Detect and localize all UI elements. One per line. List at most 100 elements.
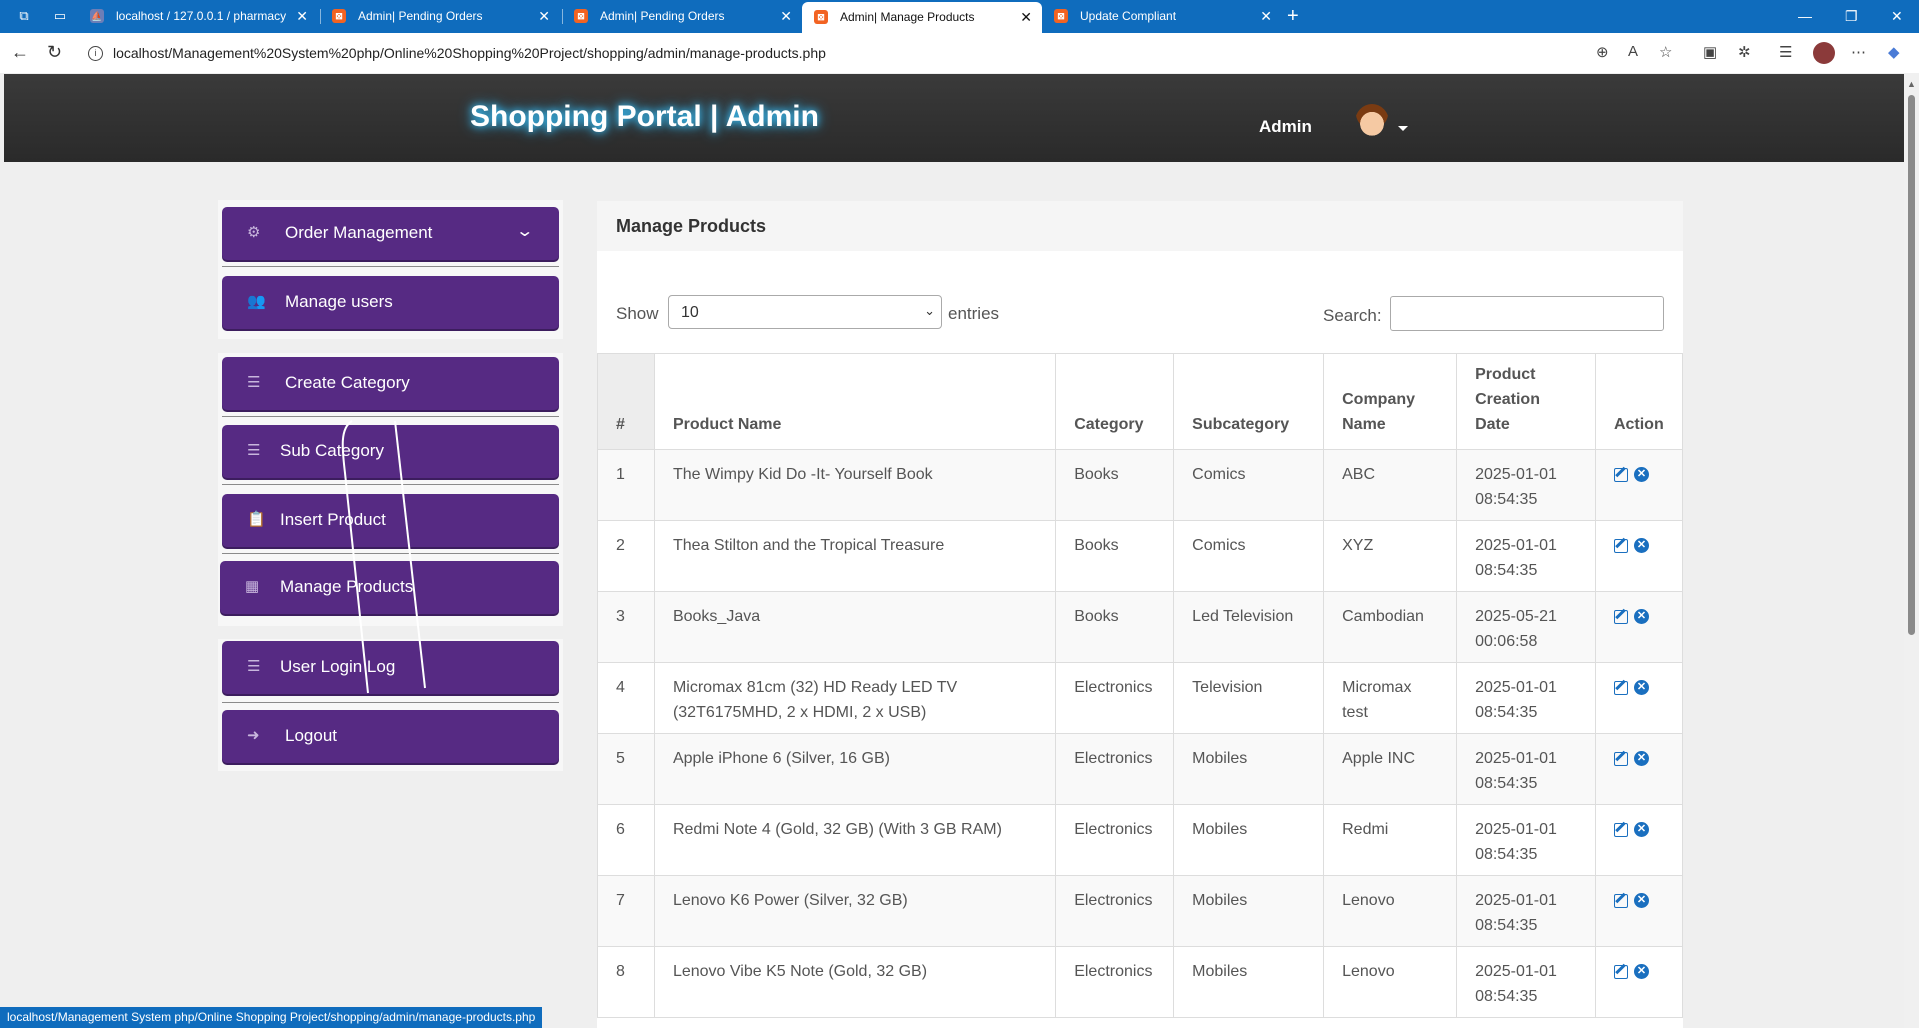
close-tab-icon[interactable]: ✕ — [1260, 0, 1272, 33]
sidebar-item-order-management[interactable]: ⚙ Order Management ⌄ — [222, 207, 559, 260]
minimize-icon[interactable]: — — [1798, 8, 1812, 24]
edit-icon[interactable] — [1613, 964, 1628, 979]
table-row: 2 Thea Stilton and the Tropical Treasure B… — [597, 520, 1684, 592]
list-icon: ☰ — [247, 442, 261, 459]
zoom-icon[interactable]: ⊕ — [1596, 43, 1609, 61]
delete-icon[interactable]: ✕ — [1633, 822, 1649, 838]
site-brand[interactable]: Shopping Portal | Admin — [470, 100, 819, 134]
sidebar-item-logout[interactable]: ➜ Logout — [222, 710, 559, 763]
favorite-star-icon[interactable]: ☆ — [1659, 43, 1672, 61]
extensions-icon[interactable]: ✲ — [1738, 43, 1751, 61]
chevron-down-icon[interactable]: ⌄ — [515, 221, 534, 241]
sign-out-icon: ➜ — [247, 727, 260, 744]
category-cell: Electronics — [1055, 662, 1175, 734]
row-number: 5 — [597, 733, 655, 805]
decorative-curve — [341, 420, 426, 694]
new-tab-icon[interactable]: + — [1287, 6, 1299, 26]
url-field[interactable]: i localhost/Management%20System%20php/On… — [80, 38, 1750, 68]
delete-icon[interactable]: ✕ — [1633, 751, 1649, 767]
page: Shopping Portal | Admin Admin ⚙ Order Ma… — [0, 73, 1904, 1028]
column-header-creation-date[interactable]: Product Creation Date — [1456, 353, 1596, 450]
page-size-select[interactable]: 10 ⌄ — [668, 295, 942, 329]
avatar[interactable] — [1355, 104, 1389, 140]
table-row: 1 The Wimpy Kid Do -It- Yourself Book Book… — [597, 449, 1684, 521]
edit-icon[interactable] — [1613, 680, 1628, 695]
close-tab-icon[interactable]: ✕ — [296, 0, 308, 33]
edit-icon[interactable] — [1613, 822, 1628, 837]
browser-tab-title: Admin| Pending Orders — [358, 9, 483, 23]
delete-icon[interactable]: ✕ — [1633, 467, 1649, 483]
more-menu-icon[interactable]: ⋯ — [1851, 43, 1866, 61]
scroll-up-icon[interactable]: ▲ — [1907, 79, 1916, 89]
browser-tab-title: localhost / 127.0.0.1 / pharmacy — [116, 9, 287, 23]
row-number: 4 — [597, 662, 655, 734]
browser-tab[interactable]: ⊠ Update Compliant ✕ — [1042, 0, 1282, 33]
company-cell: Cambodian — [1323, 591, 1458, 663]
gear-icon: ⚙ — [247, 224, 261, 241]
delete-icon[interactable]: ✕ — [1633, 538, 1649, 554]
close-window-icon[interactable]: ✕ — [1891, 8, 1903, 25]
sidebar-item-create-category[interactable]: ☰ Create Category — [222, 357, 559, 410]
copilot-icon[interactable]: ◆ — [1888, 43, 1900, 61]
restore-icon[interactable]: ❐ — [1845, 8, 1858, 25]
close-tab-icon[interactable]: ✕ — [780, 0, 792, 33]
column-header-action[interactable]: Action — [1594, 353, 1684, 450]
sidebar-item-label: Logout — [285, 726, 337, 745]
site-info-icon[interactable]: i — [88, 46, 103, 61]
scrollbar-thumb[interactable] — [1908, 95, 1915, 635]
delete-icon[interactable]: ✕ — [1633, 680, 1649, 696]
subcategory-cell: Comics — [1173, 449, 1325, 521]
profile-avatar[interactable] — [1813, 42, 1835, 64]
subcategory-cell: Comics — [1173, 520, 1325, 592]
browser-tab[interactable]: ⛵ localhost / 127.0.0.1 / pharmacy ✕ — [78, 0, 318, 33]
refresh-icon[interactable]: ↻ — [47, 42, 62, 62]
read-aloud-icon[interactable]: A — [1628, 43, 1638, 60]
product-name-cell: Books_Java — [653, 591, 1057, 663]
action-cell: ✕ — [1594, 875, 1684, 947]
url-text[interactable]: localhost/Management%20System%20php/Onli… — [113, 45, 826, 61]
search-input[interactable] — [1390, 296, 1664, 331]
edit-icon[interactable] — [1613, 893, 1628, 908]
edit-icon[interactable] — [1613, 609, 1628, 624]
subcategory-cell: Mobiles — [1173, 804, 1325, 876]
creation-date-cell: 2025-01-01 08:54:35 — [1456, 662, 1596, 734]
table-row: 8 Lenovo Vibe K5 Note (Gold, 32 GB) Electr… — [597, 946, 1684, 1018]
company-cell: ABC — [1323, 449, 1458, 521]
table-header-row: # Product Name Category Subcategory Comp… — [597, 353, 1684, 450]
delete-icon[interactable]: ✕ — [1633, 964, 1649, 980]
edit-icon[interactable] — [1613, 751, 1628, 766]
back-icon[interactable]: ← — [11, 42, 29, 62]
browser-tab-active[interactable]: ⊠ Admin| Manage Products ✕ — [802, 2, 1042, 33]
company-cell: Lenovo — [1323, 875, 1458, 947]
delete-icon[interactable]: ✕ — [1633, 893, 1649, 909]
product-name-cell: Apple iPhone 6 (Silver, 16 GB) — [653, 733, 1057, 805]
browser-tab[interactable]: ⊠ Admin| Pending Orders ✕ — [320, 0, 560, 33]
column-header-subcategory[interactable]: Subcategory — [1173, 353, 1325, 450]
creation-time: 08:54:35 — [1475, 917, 1538, 934]
tab-actions-icon[interactable]: ▭ — [52, 8, 68, 24]
workspaces-icon[interactable]: ⧉ — [16, 8, 32, 24]
table-row: 4 Micromax 81cm (32) HD Ready LED TV (32T… — [597, 662, 1684, 734]
close-tab-icon[interactable]: ✕ — [538, 0, 550, 33]
edit-icon[interactable] — [1613, 467, 1628, 482]
caret-down-icon[interactable] — [1398, 126, 1408, 131]
delete-icon[interactable]: ✕ — [1633, 609, 1649, 625]
sidebar-item-manage-users[interactable]: 👥 Manage users — [222, 276, 559, 329]
column-header-company-name[interactable]: Company Name — [1323, 353, 1458, 450]
favorites-icon[interactable]: ☰ — [1779, 43, 1792, 61]
browser-tab[interactable]: ⊠ Admin| Pending Orders ✕ — [562, 0, 802, 33]
admin-username[interactable]: Admin — [1259, 117, 1312, 137]
products-table: # Product Name Category Subcategory Comp… — [597, 353, 1684, 1018]
sidebar-item-label: Manage users — [285, 292, 393, 311]
product-name-cell: The Wimpy Kid Do -It- Yourself Book — [653, 449, 1057, 521]
creation-date: 2025-01-01 — [1475, 892, 1557, 909]
row-number: 1 — [597, 449, 655, 521]
column-header-number[interactable]: # — [597, 353, 655, 450]
close-tab-icon[interactable]: ✕ — [1020, 2, 1032, 33]
subcategory-cell: Led Television — [1173, 591, 1325, 663]
column-header-product-name[interactable]: Product Name — [653, 353, 1057, 450]
edit-icon[interactable] — [1613, 538, 1628, 553]
column-header-category[interactable]: Category — [1055, 353, 1175, 450]
split-screen-icon[interactable]: ▣ — [1703, 43, 1717, 61]
page-scrollbar[interactable]: ▲ — [1904, 73, 1919, 1028]
